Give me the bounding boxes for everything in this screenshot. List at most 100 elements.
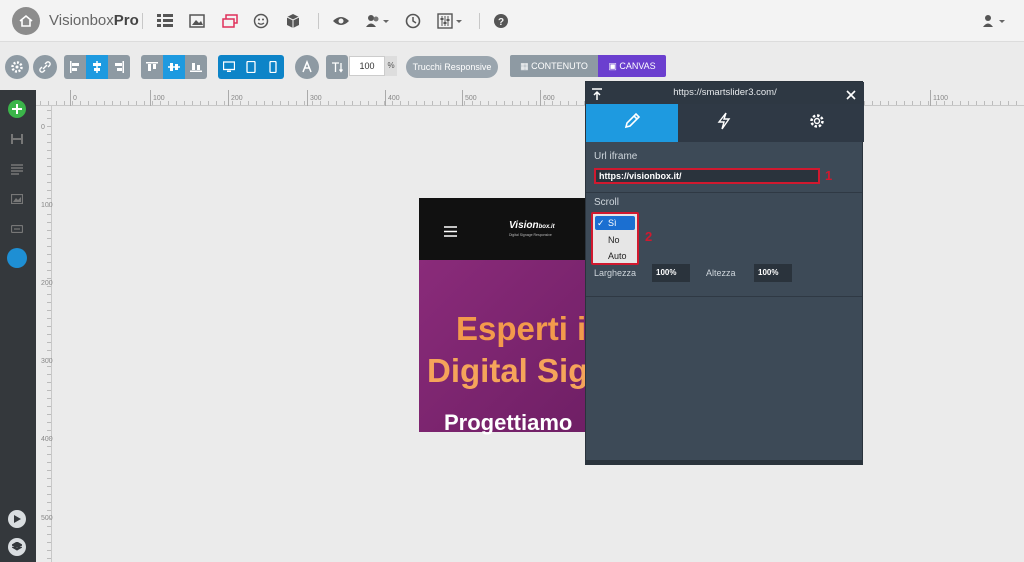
tab-settings[interactable] <box>770 104 864 142</box>
height-input[interactable]: 100% <box>754 264 792 282</box>
scroll-option-auto[interactable]: Auto <box>595 249 635 263</box>
ruler-minor-tick <box>536 101 537 105</box>
divider <box>586 296 862 297</box>
ruler-tick <box>150 90 151 106</box>
ruler-minor-tick <box>192 101 193 105</box>
layers-icon[interactable] <box>220 11 240 31</box>
image-layer-icon[interactable] <box>8 190 26 208</box>
button-layer-icon[interactable] <box>8 220 26 238</box>
brand-name: VisionboxPro <box>49 12 139 29</box>
ruler-tick <box>228 90 229 106</box>
ruler-minor-tick <box>544 101 545 105</box>
hero-headline-line2: Digital Sig <box>427 352 589 389</box>
ruler-minor-tick <box>47 206 51 207</box>
ruler-minor-tick <box>336 101 337 105</box>
ruler-minor-tick <box>912 101 913 105</box>
align-middle-icon[interactable] <box>163 55 185 79</box>
ruler-label: 300 <box>41 358 53 365</box>
font-icon[interactable] <box>295 55 319 79</box>
ruler-minor-tick <box>392 101 393 105</box>
ruler-minor-tick <box>880 101 881 105</box>
scroll-dropdown[interactable]: ✓ Sì No Auto <box>591 212 639 265</box>
cube-icon[interactable] <box>283 11 303 31</box>
annotation-2: 2 <box>645 229 653 244</box>
ruler-minor-tick <box>104 101 105 105</box>
ruler-minor-tick <box>47 430 51 431</box>
ruler-minor-tick <box>47 550 51 551</box>
desktop-icon[interactable] <box>218 55 240 79</box>
align-bottom-icon[interactable] <box>185 55 207 79</box>
responsive-button[interactable]: Trucchi Responsive <box>406 56 498 78</box>
layers-stack-icon[interactable] <box>8 538 26 556</box>
list-icon[interactable] <box>155 11 175 31</box>
ruler-minor-tick <box>47 390 51 391</box>
eye-icon[interactable] <box>331 11 351 31</box>
link-icon[interactable] <box>33 55 57 79</box>
scroll-option-si[interactable]: ✓ Sì <box>595 216 635 230</box>
close-icon[interactable] <box>846 87 856 105</box>
clock-icon[interactable] <box>403 11 423 31</box>
help-icon[interactable]: ? <box>491 11 511 31</box>
ruler-minor-tick <box>47 286 51 287</box>
lightning-icon <box>717 112 731 135</box>
text-icon[interactable] <box>8 160 26 178</box>
user-icon[interactable] <box>980 11 1008 31</box>
ruler-tick <box>70 90 71 106</box>
ruler-minor-tick <box>528 101 529 105</box>
ruler-minor-tick <box>47 414 51 415</box>
iframe-layer-icon[interactable] <box>7 248 27 268</box>
tablet-icon[interactable] <box>240 55 262 79</box>
align-top-icon[interactable] <box>141 55 163 79</box>
ruler-minor-tick <box>47 254 51 255</box>
smiley-icon[interactable] <box>251 11 271 31</box>
mobile-icon[interactable] <box>262 55 284 79</box>
ruler-minor-tick <box>80 101 81 105</box>
ruler-label: 400 <box>388 95 400 102</box>
ruler-minor-tick <box>96 101 97 105</box>
text-height-icon[interactable] <box>326 55 348 79</box>
vertical-ruler: 0100200300400500 <box>36 106 53 562</box>
ruler-minor-tick <box>47 526 51 527</box>
users-icon[interactable] <box>364 11 390 31</box>
scroll-option-no[interactable]: No <box>595 233 635 247</box>
tab-animation[interactable] <box>678 104 770 142</box>
contenuto-tab[interactable]: ▦ CONTENUTO <box>510 55 598 77</box>
add-icon[interactable] <box>8 100 26 118</box>
home-icon[interactable] <box>12 7 40 35</box>
align-right-icon[interactable] <box>108 55 130 79</box>
ruler-minor-tick <box>56 101 57 105</box>
heading-icon[interactable] <box>8 130 26 148</box>
panel-title: https://smartslider3.com/ <box>673 87 777 98</box>
ruler-minor-tick <box>47 422 51 423</box>
ruler-minor-tick <box>47 438 51 439</box>
text-size-group <box>326 55 348 79</box>
ruler-minor-tick <box>47 494 51 495</box>
play-icon[interactable] <box>8 510 26 528</box>
tab-edit[interactable] <box>586 104 678 142</box>
image-icon[interactable] <box>187 11 207 31</box>
ruler-minor-tick <box>47 214 51 215</box>
ruler-minor-tick <box>288 101 289 105</box>
ruler-minor-tick <box>47 110 51 111</box>
ruler-tick <box>462 90 463 106</box>
ruler-minor-tick <box>208 101 209 105</box>
align-left-icon[interactable] <box>64 55 86 79</box>
gear-icon <box>808 112 826 135</box>
width-input[interactable]: 100% <box>652 264 690 282</box>
ruler-minor-tick <box>896 101 897 105</box>
ruler-minor-tick <box>47 310 51 311</box>
ruler-minor-tick <box>432 101 433 105</box>
align-center-icon[interactable] <box>86 55 108 79</box>
canvas-tab[interactable]: ▣ CANVAS <box>598 55 666 77</box>
zoom-input[interactable]: 100 <box>349 56 385 76</box>
ruler-minor-tick <box>47 454 51 455</box>
ruler-minor-tick <box>47 246 51 247</box>
panel-titlebar[interactable]: https://smartslider3.com/ <box>586 82 864 104</box>
ruler-minor-tick <box>512 101 513 105</box>
ruler-minor-tick <box>888 101 889 105</box>
ruler-minor-tick <box>944 101 945 105</box>
url-iframe-input[interactable]: https://visionbox.it/ <box>594 168 820 184</box>
sliders-icon[interactable] <box>436 11 464 31</box>
ruler-minor-tick <box>984 101 985 105</box>
gear-icon[interactable] <box>5 55 29 79</box>
